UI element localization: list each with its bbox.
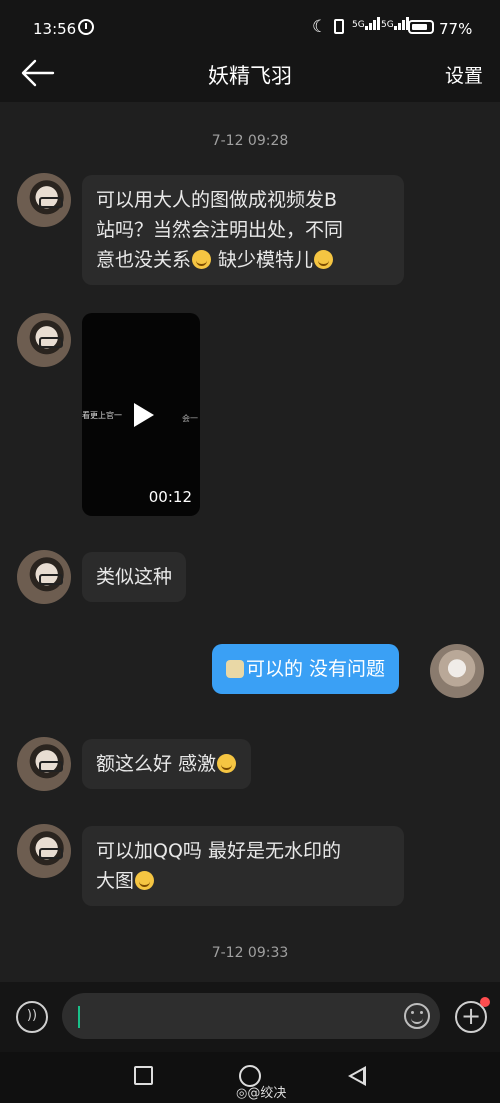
recents-icon[interactable] xyxy=(134,1066,153,1085)
video-message[interactable]: 看更上官一 会一 00:12 xyxy=(82,313,200,516)
back-arrow-icon[interactable] xyxy=(20,58,56,88)
chat-title: 妖精飞羽 xyxy=(208,64,292,88)
contact-avatar[interactable] xyxy=(17,737,71,791)
message-text: 类似这种 xyxy=(96,566,173,588)
watermark: ◎@绞决 xyxy=(236,1086,287,1101)
smile-emoji-icon xyxy=(192,250,212,269)
contact-avatar[interactable] xyxy=(17,824,71,878)
message-line: 大图 xyxy=(96,866,390,896)
video-duration: 00:12 xyxy=(148,488,192,506)
message-line: 站吗？当然会注明出处，不同 xyxy=(96,219,344,241)
back-icon[interactable] xyxy=(348,1066,366,1086)
notification-dot xyxy=(480,997,490,1007)
voice-icon[interactable]: )) xyxy=(16,1001,48,1033)
contact-avatar[interactable] xyxy=(17,550,71,604)
vibrate-icon xyxy=(334,19,344,34)
emoji-icon[interactable] xyxy=(404,1003,430,1029)
message-bubble[interactable]: 类似这种 xyxy=(82,552,187,602)
moon-icon: ☾ xyxy=(312,17,328,37)
message-bubble[interactable]: 额这么好 感激 xyxy=(82,739,252,789)
smile-emoji-icon xyxy=(135,871,155,890)
timestamp: 7-12 09:28 xyxy=(211,133,289,149)
contact-avatar[interactable] xyxy=(17,173,71,227)
smile-emoji-icon xyxy=(314,250,334,269)
play-icon[interactable] xyxy=(134,403,154,427)
message-line: 可以加QQ吗 最好是无水印的 xyxy=(96,840,341,862)
message-text: 额这么好 感激 xyxy=(96,753,217,775)
my-avatar[interactable] xyxy=(430,644,484,698)
settings-button[interactable]: 设置 xyxy=(445,61,483,88)
status-bar: 13:56 ☾ 5G 5G 77% xyxy=(0,0,500,58)
status-time: 13:56 xyxy=(33,20,77,38)
timestamp: 7-12 09:33 xyxy=(211,945,289,961)
video-caption: 看更上官一 xyxy=(82,411,122,420)
message-input[interactable] xyxy=(62,993,440,1039)
grimace-emoji-icon xyxy=(217,754,237,773)
input-bar: )) + xyxy=(0,982,500,1052)
system-nav-bar: ◎@绞决 xyxy=(0,1052,500,1103)
contact-avatar[interactable] xyxy=(17,313,71,367)
chat-header: 妖精飞羽 设置 xyxy=(0,58,500,102)
top-bar: 13:56 ☾ 5G 5G 77% 妖精飞羽 设置 xyxy=(0,0,500,102)
message-line: 可以用大人的图做成视频发B xyxy=(96,189,338,211)
alarm-icon xyxy=(78,19,94,35)
battery-icon xyxy=(408,20,434,34)
skull-emoji-icon xyxy=(226,660,244,678)
message-text: 可以的 没有问题 xyxy=(246,658,386,680)
message-bubble[interactable]: 可以加QQ吗 最好是无水印的 大图 xyxy=(82,826,404,906)
signal-icon: 5G xyxy=(352,17,381,30)
video-caption: 会一 xyxy=(182,414,198,423)
message-line: 意也没关系 缺少模特儿 xyxy=(96,245,390,275)
signal-icon: 5G xyxy=(381,17,410,30)
battery-percent: 77% xyxy=(439,20,473,38)
text-cursor xyxy=(78,1006,80,1028)
my-message-bubble[interactable]: 可以的 没有问题 xyxy=(212,644,400,694)
message-bubble[interactable]: 可以用大人的图做成视频发B 站吗？当然会注明出处，不同 意也没关系 缺少模特儿 xyxy=(82,175,404,285)
